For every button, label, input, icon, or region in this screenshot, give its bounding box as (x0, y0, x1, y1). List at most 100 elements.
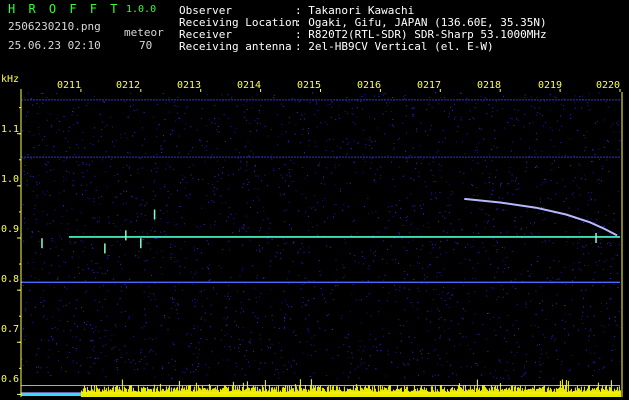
noise-speck (164, 317, 166, 319)
noise-speck (258, 244, 260, 246)
noise-speck (364, 94, 366, 95)
noise-speck (21, 95, 23, 97)
histogram-bar (542, 386, 544, 397)
noise-speck (82, 269, 84, 271)
noise-speck (574, 107, 576, 109)
noise-speck (63, 330, 65, 332)
noise-speck (354, 140, 356, 142)
histogram-bar (115, 385, 117, 397)
noise-speck (233, 223, 235, 225)
noise-speck (190, 343, 192, 345)
noise-speck (193, 324, 195, 326)
noise-speck (564, 313, 566, 315)
histogram-bar (438, 391, 440, 397)
noise-speck (238, 228, 240, 230)
noise-speck (432, 174, 434, 176)
noise-speck (516, 118, 518, 120)
noise-speck (313, 206, 315, 208)
histogram-bar (608, 386, 610, 397)
noise-speck (571, 299, 573, 301)
noise-speck (142, 239, 144, 240)
histogram-bar (84, 387, 86, 397)
histogram-bar (508, 387, 510, 397)
histogram-bar (548, 390, 550, 397)
noise-speck (369, 355, 371, 357)
noise-speck (583, 134, 585, 136)
noise-speck (587, 105, 589, 107)
histogram-bar (284, 385, 286, 397)
noise-speck (304, 304, 306, 306)
noise-speck (257, 317, 259, 319)
noise-speck (525, 354, 527, 356)
histogram-bar (342, 391, 344, 397)
noise-speck (308, 128, 310, 129)
noise-speck (54, 241, 56, 243)
noise-speck (271, 306, 273, 308)
noise-speck (295, 124, 297, 126)
noise-speck (271, 158, 273, 160)
noise-speck (173, 365, 175, 367)
noise-speck (86, 197, 88, 199)
histogram-bar (341, 391, 343, 397)
histogram-bar (370, 390, 372, 397)
noise-speck (282, 177, 284, 179)
noise-speck (537, 166, 539, 168)
noise-speck (242, 309, 244, 311)
noise-speck (489, 173, 491, 175)
noise-speck (39, 182, 41, 184)
noise-speck (584, 265, 586, 266)
noise-speck (596, 120, 598, 122)
histogram-bar (540, 388, 542, 397)
noise-speck (544, 181, 546, 183)
noise-speck (488, 215, 490, 217)
noise-speck (348, 357, 350, 359)
noise-speck (294, 133, 296, 135)
noise-speck (425, 290, 427, 292)
histogram-bar (151, 391, 153, 397)
noise-speck (72, 111, 74, 112)
histogram-bar (460, 387, 462, 397)
histogram-bar (522, 391, 524, 397)
histogram-bar (186, 389, 188, 397)
noise-speck (154, 179, 156, 181)
noise-speck (206, 145, 207, 147)
noise-speck (383, 279, 385, 281)
noise-speck (554, 213, 556, 215)
noise-speck (434, 339, 436, 341)
noise-speck (428, 163, 430, 165)
noise-speck (199, 139, 200, 141)
histogram-bar (109, 389, 111, 397)
noise-speck (307, 131, 309, 132)
noise-speck (502, 198, 503, 199)
histogram-bar (266, 391, 268, 397)
noise-speck (541, 151, 543, 153)
noise-speck (219, 213, 221, 215)
noise-speck (457, 126, 459, 128)
histogram-bar (559, 380, 561, 397)
noise-speck (271, 154, 273, 156)
noise-speck (188, 166, 190, 168)
noise-speck (432, 375, 434, 377)
noise-speck (218, 265, 220, 266)
noise-speck (200, 338, 201, 339)
noise-speck (27, 154, 29, 155)
noise-speck (495, 334, 497, 336)
noise-speck (603, 146, 605, 148)
noise-speck (486, 289, 488, 291)
noise-speck (94, 277, 96, 279)
noise-speck (604, 326, 606, 328)
noise-speck (123, 203, 124, 205)
noise-speck (465, 97, 467, 99)
noise-speck (197, 366, 199, 368)
histogram-bar (112, 386, 114, 397)
histogram-bar (515, 390, 517, 397)
noise-speck (335, 204, 337, 206)
noise-speck (172, 297, 173, 299)
noise-speck (500, 183, 502, 185)
histogram-bar (114, 387, 116, 397)
noise-speck (138, 250, 139, 252)
noise-speck (572, 180, 574, 182)
noise-speck (524, 114, 525, 115)
noise-speck (44, 300, 45, 301)
histogram-bar (493, 386, 495, 397)
